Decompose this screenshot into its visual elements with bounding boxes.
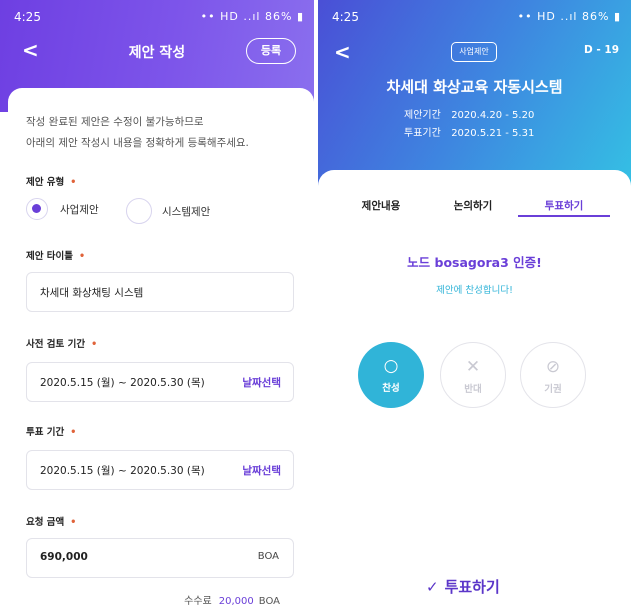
- signal-icon: •• HD ..ıl: [517, 10, 578, 23]
- signal-icon: •• HD ..ıl: [200, 10, 261, 23]
- check-icon: ✓: [426, 578, 439, 596]
- required-mark: •: [70, 177, 77, 188]
- battery-icon: ▮: [613, 10, 621, 23]
- vote-period-label: 투표기간: [404, 128, 441, 139]
- review-period-label-text: 사전 검토 기간: [26, 339, 86, 350]
- radio-unselected-icon[interactable]: [126, 198, 152, 224]
- node-auth-message: 노드 bosagora3 인증!: [407, 255, 542, 270]
- proposal-period-value: 2020.4.20 - 5.20: [451, 110, 535, 121]
- title-input-value: 차세대 화상채팅 시스템: [40, 287, 144, 299]
- vote-period-row: 투표기간 2020.5.21 - 5.31: [404, 124, 534, 139]
- vote-choice-message: 제안에 찬성합니다!: [436, 285, 513, 296]
- type-label-text: 제안 유형: [26, 177, 65, 188]
- vote-agree-button[interactable]: ○ 찬성: [358, 342, 424, 408]
- status-bar: 4:25 •• HD ..ıl 86% ▮: [14, 10, 304, 26]
- tab-vote[interactable]: 투표하기: [519, 198, 609, 213]
- vote-period-field[interactable]: 2020.5.15 (월) ~ 2020.5.30 (목) 날짜선택: [26, 450, 294, 490]
- close-icon: ✕: [465, 357, 481, 377]
- fee-unit: BOA: [258, 596, 280, 607]
- vote-abstain-button[interactable]: ⊘ 기권: [520, 342, 586, 408]
- fee-amount: 20,000: [218, 596, 254, 607]
- review-period-label: 사전 검토 기간 •: [26, 336, 97, 350]
- vote-oppose-label: 반대: [464, 384, 482, 395]
- circle-icon: ○: [383, 356, 399, 376]
- notice-line: 작성 완료된 제안은 수정이 불가능하므로: [26, 116, 204, 128]
- dday-counter: D - 19: [584, 44, 619, 56]
- fee-row: 수수료 20,000 BOA: [184, 592, 280, 607]
- proposal-period-label: 제안기간: [404, 110, 441, 121]
- amount-label: 요청 금액 •: [26, 514, 76, 528]
- register-button[interactable]: 등록: [246, 38, 296, 64]
- type-label: 제안 유형 •: [26, 174, 76, 188]
- status-bar: 4:25 •• HD ..ıl 86% ▮: [332, 10, 621, 26]
- vote-period-label: 투표 기간 •: [26, 424, 76, 438]
- amount-label-text: 요청 금액: [26, 517, 65, 528]
- radio-selected-icon[interactable]: [26, 198, 48, 220]
- amount-input[interactable]: 690,000 BOA: [26, 538, 294, 578]
- battery-level: 86%: [581, 10, 610, 23]
- title-label: 제안 타이틀 •: [26, 248, 85, 262]
- fee-label: 수수료: [184, 596, 212, 607]
- required-mark: •: [70, 427, 77, 438]
- review-date-select-button[interactable]: 날짜선택: [242, 375, 281, 390]
- required-mark: •: [91, 339, 98, 350]
- prohibit-icon: ⊘: [545, 357, 561, 377]
- vote-period-value: 2020.5.21 - 5.31: [451, 128, 535, 139]
- proposal-vote-screen: 4:25 •• HD ..ıl 86% ▮ < 사업제안 D - 19 차세대 …: [318, 0, 631, 615]
- proposal-title: 차세대 화상교육 자동시스템: [386, 78, 563, 96]
- title-input[interactable]: 차세대 화상채팅 시스템: [26, 272, 294, 312]
- notice-line: 아래의 제안 작성시 내용을 정확하게 등록해주세요.: [26, 137, 249, 149]
- submit-vote-label: 투표하기: [444, 578, 500, 596]
- status-icons: •• HD ..ıl 86% ▮: [518, 10, 621, 23]
- status-time: 4:25: [14, 10, 41, 24]
- required-mark: •: [79, 251, 86, 262]
- title-label-text: 제안 타이틀: [26, 251, 74, 262]
- vote-agree-label: 찬성: [382, 383, 400, 394]
- vote-period-value: 2020.5.15 (월) ~ 2020.5.30 (목): [40, 465, 205, 477]
- vote-period-label-text: 투표 기간: [26, 427, 65, 438]
- proposal-period-row: 제안기간 2020.4.20 - 5.20: [404, 106, 534, 121]
- amount-value: 690,000: [40, 551, 88, 563]
- battery-icon: ▮: [296, 10, 304, 23]
- battery-level: 86%: [264, 10, 293, 23]
- radio-system-label: 시스템제안: [162, 205, 211, 218]
- status-time: 4:25: [332, 10, 359, 24]
- review-period-field[interactable]: 2020.5.15 (월) ~ 2020.5.30 (목) 날짜선택: [26, 362, 294, 402]
- radio-system[interactable]: 시스템제안: [126, 198, 210, 224]
- status-icons: •• HD ..ıl 86% ▮: [201, 10, 304, 23]
- notice-text: 작성 완료된 제안은 수정이 불가능하므로 아래의 제안 작성시 내용을 정확하…: [26, 112, 296, 154]
- proposal-type-badge: 사업제안: [451, 42, 497, 62]
- required-mark: •: [70, 517, 77, 528]
- submit-vote-button[interactable]: ✓ 투표하기: [426, 576, 500, 597]
- review-period-value: 2020.5.15 (월) ~ 2020.5.30 (목): [40, 377, 205, 389]
- vote-abstain-label: 기권: [544, 384, 562, 395]
- active-tab-indicator: [518, 215, 610, 217]
- tab-content[interactable]: 제안내용: [336, 198, 426, 213]
- tab-discussion[interactable]: 논의하기: [428, 198, 518, 213]
- radio-business[interactable]: 사업제안: [26, 198, 99, 220]
- vote-date-select-button[interactable]: 날짜선택: [242, 463, 281, 478]
- proposal-write-screen: 4:25 •• HD ..ıl 86% ▮ < 제안 작성 등록 작성 완료된 …: [0, 0, 314, 615]
- amount-unit: BOA: [257, 551, 279, 562]
- radio-business-label: 사업제안: [60, 203, 99, 216]
- vote-oppose-button[interactable]: ✕ 반대: [440, 342, 506, 408]
- back-arrow-icon[interactable]: <: [334, 40, 351, 64]
- form-card: [8, 88, 314, 615]
